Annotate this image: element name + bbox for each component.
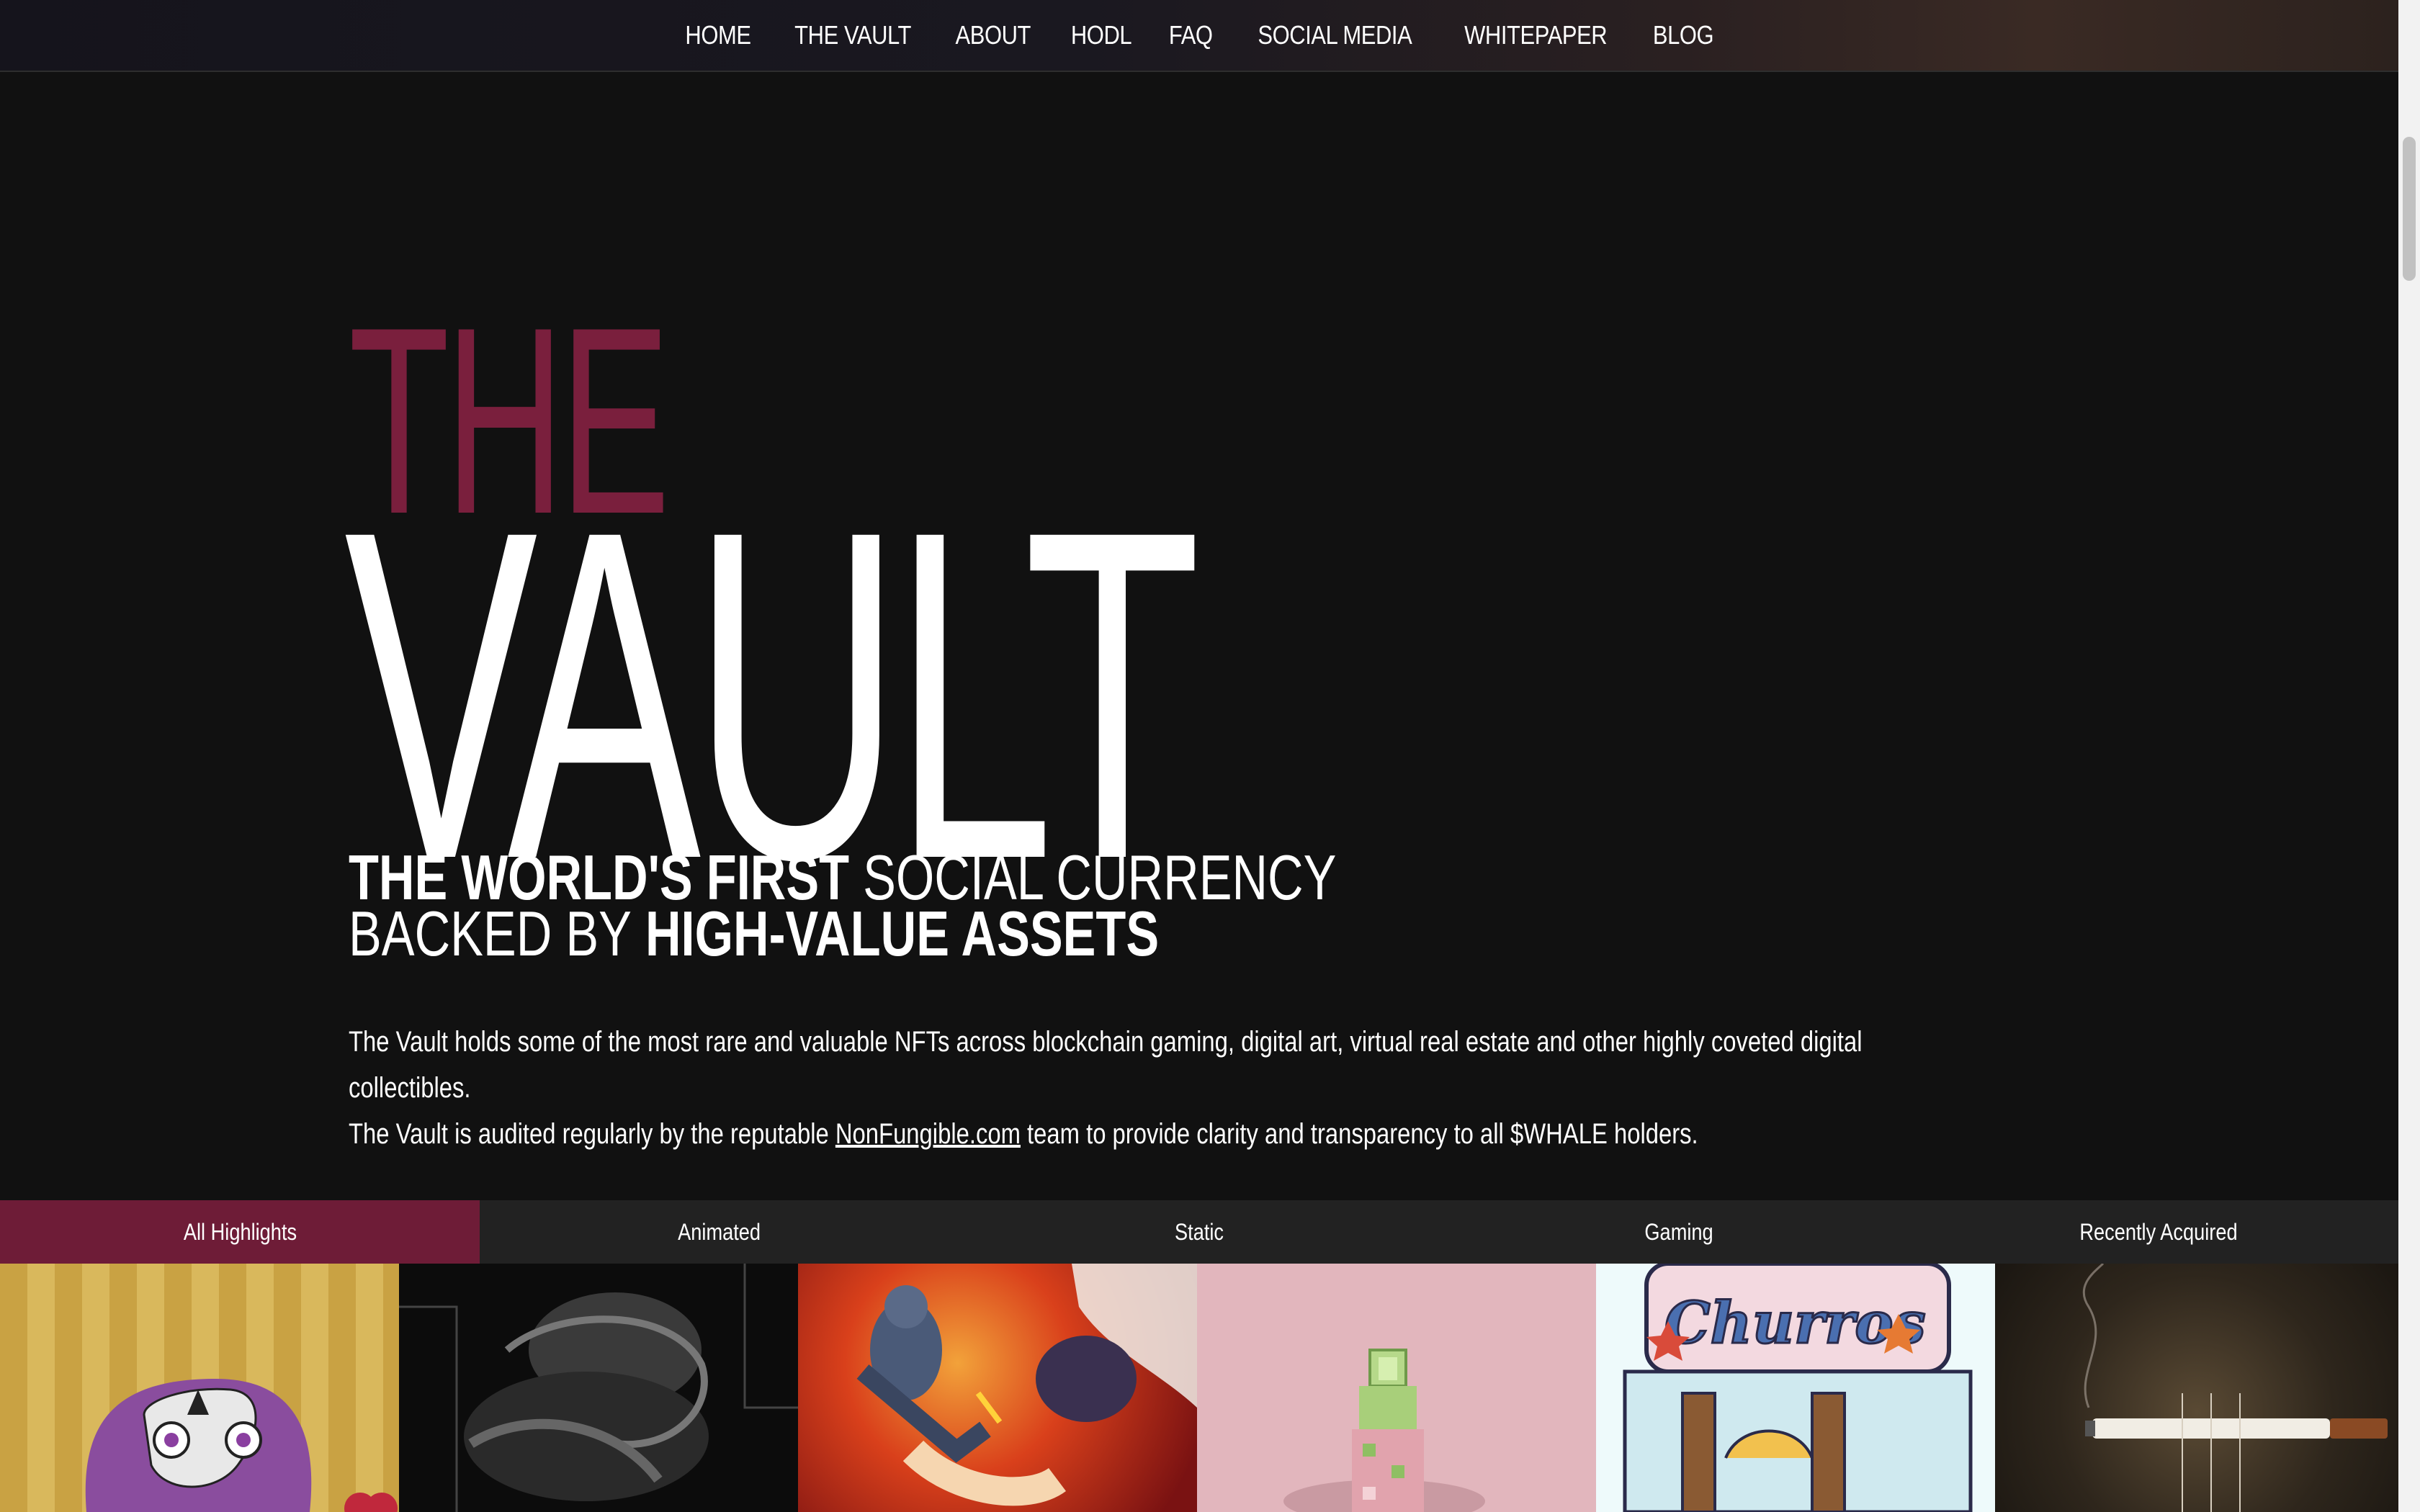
tab-label: Recently Acquired bbox=[2079, 1218, 2238, 1245]
purple-character-artwork bbox=[85, 1379, 398, 1512]
description-line-1: The Vault holds some of the most rare an… bbox=[349, 1026, 1863, 1104]
churros-stand-artwork: Churros bbox=[1623, 1264, 1973, 1512]
hero-description: The Vault holds some of the most rare an… bbox=[349, 1019, 1884, 1157]
page-scrollbar[interactable] bbox=[2398, 0, 2420, 1512]
gallery-filter-tabs: All Highlights Animated Static Gaming Re… bbox=[0, 1200, 2398, 1264]
tab-label: Gaming bbox=[1644, 1218, 1713, 1245]
tab-static[interactable]: Static bbox=[959, 1200, 1439, 1264]
tab-gaming[interactable]: Gaming bbox=[1439, 1200, 1919, 1264]
cigarette-artwork bbox=[2082, 1264, 2388, 1512]
tab-label: Static bbox=[1174, 1218, 1224, 1245]
nav-the-vault-link[interactable]: THE VAULT bbox=[794, 20, 911, 50]
fire-battle-artwork bbox=[856, 1264, 1197, 1506]
nav-home-link[interactable]: HOME bbox=[686, 20, 752, 50]
tab-all-highlights[interactable]: All Highlights bbox=[0, 1200, 480, 1264]
top-navigation: HOME THE VAULT ABOUT HODL FAQ SOCIAL MED… bbox=[0, 0, 2398, 72]
nft-tile-fire-battle[interactable] bbox=[798, 1264, 1197, 1512]
tagline-line2-bold: HIGH-VALUE ASSETS bbox=[645, 898, 1160, 969]
dark-figure-artwork bbox=[399, 1264, 798, 1512]
nft-tile-churros-stand[interactable]: Churros bbox=[1596, 1264, 1995, 1512]
hero-tagline: THE WORLD'S FIRST SOCIAL CURRENCY BACKED… bbox=[349, 846, 1697, 966]
voxel-character-artwork bbox=[1283, 1349, 1485, 1512]
tab-animated[interactable]: Animated bbox=[480, 1200, 959, 1264]
nft-tile-purple-character[interactable] bbox=[0, 1264, 399, 1512]
tab-label: Animated bbox=[678, 1218, 761, 1245]
description-line-2-start: The Vault is audited regularly by the re… bbox=[349, 1118, 829, 1150]
nft-gallery: Churros bbox=[0, 1264, 2398, 1512]
tab-label: All Highlights bbox=[183, 1218, 297, 1245]
nav-about-link[interactable]: ABOUT bbox=[956, 20, 1031, 50]
nft-tile-cigarette[interactable] bbox=[1995, 1264, 2398, 1512]
nav-hodl-link[interactable]: HODL bbox=[1071, 20, 1132, 50]
nav-blog-link[interactable]: BLOG bbox=[1653, 20, 1714, 50]
tab-recently-acquired[interactable]: Recently Acquired bbox=[1919, 1200, 2398, 1264]
scrollbar-thumb[interactable] bbox=[2403, 137, 2416, 281]
tagline-line2-light: BACKED BY bbox=[349, 898, 632, 969]
nav-whitepaper-link[interactable]: WHITEPAPER bbox=[1464, 20, 1608, 50]
description-line-2-end: team to provide clarity and transparency… bbox=[1027, 1118, 1698, 1150]
description-line-2: The Vault is audited regularly by the re… bbox=[349, 1111, 1884, 1157]
nft-tile-dark-figure[interactable] bbox=[399, 1264, 798, 1512]
nonfungible-link[interactable]: NonFungible.com bbox=[835, 1118, 1021, 1150]
nft-tile-voxel-character[interactable] bbox=[1197, 1264, 1596, 1512]
nav-social-media-link[interactable]: SOCIAL MEDIA bbox=[1258, 20, 1412, 50]
nav-faq-link[interactable]: FAQ bbox=[1169, 20, 1213, 50]
